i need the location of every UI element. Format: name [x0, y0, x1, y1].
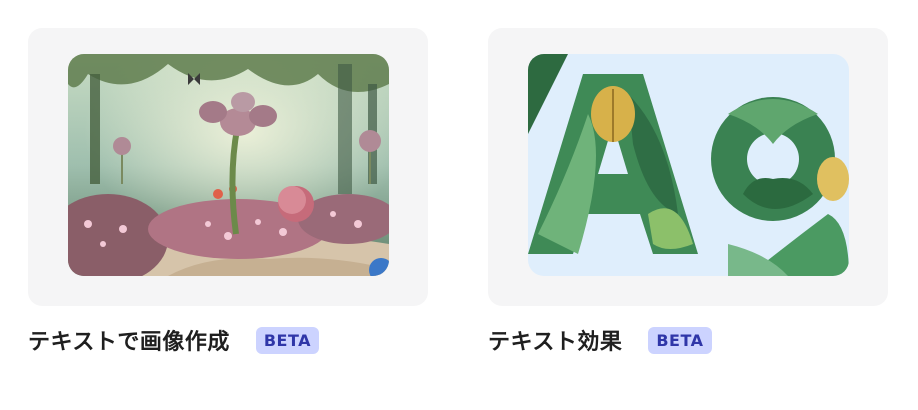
leaf-letters-image	[528, 54, 849, 276]
card-thumbnail-frame[interactable]	[488, 28, 888, 306]
card-title[interactable]: テキストで画像作成	[28, 324, 230, 356]
beta-badge: BETA	[255, 326, 320, 354]
card-label-row: テキストで画像作成 BETA	[28, 322, 320, 358]
beta-badge: BETA	[648, 326, 712, 354]
card-label-row: テキスト効果 BETA	[488, 322, 712, 358]
card-thumbnail-frame[interactable]	[28, 28, 428, 306]
card-title[interactable]: テキスト効果	[488, 324, 622, 356]
fantasy-garden-image	[68, 54, 389, 276]
